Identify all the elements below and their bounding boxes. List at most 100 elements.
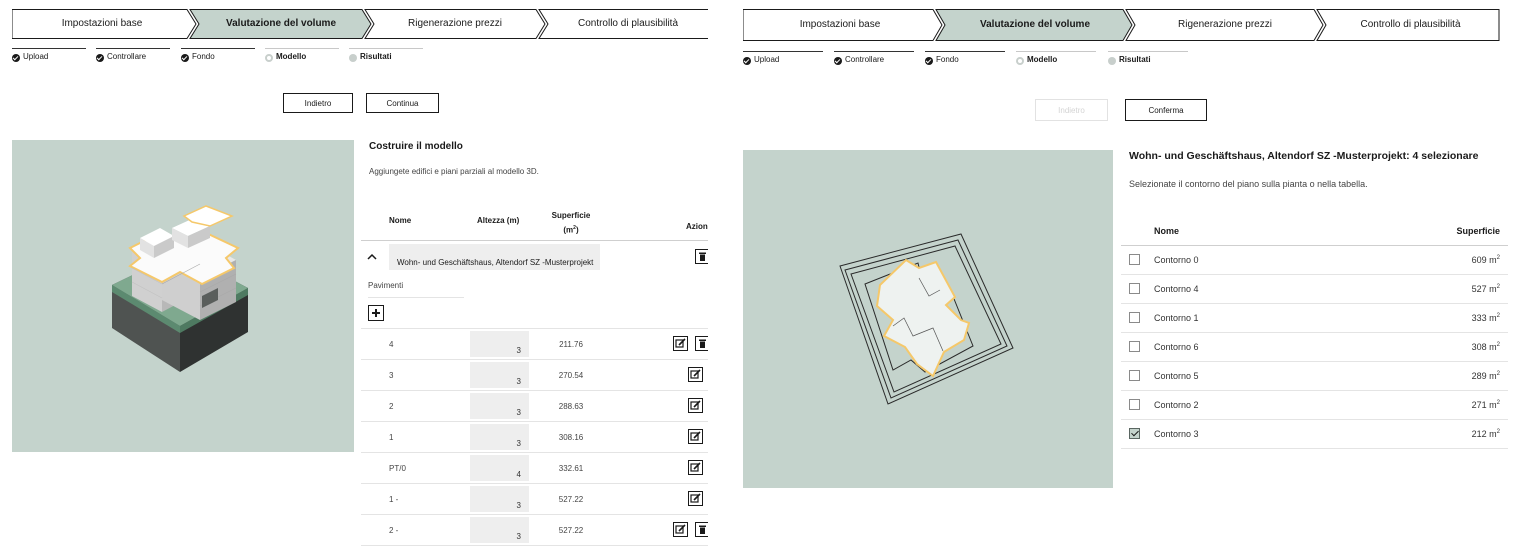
floor-height-input[interactable]: 4	[470, 455, 529, 481]
floor-name: 2 -	[389, 526, 399, 535]
confirm-button[interactable]: Conferma	[1125, 99, 1207, 121]
substep-upload[interactable]: Upload	[12, 48, 86, 68]
edit-icon	[690, 400, 701, 410]
substep-model-label: Modello	[276, 52, 307, 61]
wizard-step-volume-evaluation[interactable]: Valutazione del volume	[941, 9, 1129, 41]
wizard-step-plausibility-check[interactable]: Controllo di plausibilità	[544, 9, 708, 39]
collapse-toggle[interactable]	[366, 250, 378, 262]
contour-area: 308 m2	[1472, 342, 1500, 352]
contour-checkbox[interactable]	[1129, 370, 1140, 381]
wizard-step-price-regeneration[interactable]: Rigenerazione prezzi	[1131, 9, 1319, 41]
edit-floor-button[interactable]	[688, 491, 703, 506]
contour-checkbox[interactable]	[1129, 283, 1140, 294]
substep-model[interactable]: Modello	[1016, 51, 1096, 71]
floor-area: 332.61	[558, 464, 584, 473]
table-row[interactable]: Contorno 5 289 m2	[1121, 362, 1508, 391]
contour-area-sup: 2	[1496, 255, 1500, 261]
contour-area-unit: m	[1489, 429, 1497, 439]
substep-results-label: Risultati	[1119, 55, 1151, 64]
substep-upload[interactable]: Upload	[743, 51, 823, 71]
floor-height-input[interactable]: 3	[470, 362, 529, 388]
col-header-actions-clip: Azioni	[686, 216, 708, 234]
edit-floor-button[interactable]	[688, 398, 703, 413]
back-button[interactable]: Indietro	[1035, 99, 1108, 121]
table-row[interactable]: Contorno 6 308 m2	[1121, 333, 1508, 362]
sub-steps: Upload Controllare Fondo Modello Risulta…	[743, 51, 1193, 71]
substep-results[interactable]: Risultati	[1108, 51, 1188, 71]
trash-icon	[699, 339, 706, 348]
col-header-height[interactable]: Altezza (m)	[477, 216, 519, 225]
add-floor-button[interactable]	[368, 305, 384, 321]
current-step-icon	[265, 54, 273, 62]
substep-model-label: Modello	[1027, 55, 1058, 64]
contour-name: Contorno 5	[1154, 371, 1199, 381]
table-row[interactable]: Contorno 2 271 m2	[1121, 391, 1508, 420]
wizard-step-price-regeneration[interactable]: Rigenerazione prezzi	[370, 9, 540, 39]
table-row[interactable]: Contorno 0 609 m2	[1121, 246, 1508, 275]
substep-check-label: Controllare	[845, 55, 885, 64]
table-row[interactable]: Contorno 1 333 m2	[1121, 304, 1508, 333]
3d-building-render	[112, 205, 248, 372]
building-name-field[interactable]: Wohn- und Geschäftshaus, Altendorf SZ -M…	[389, 244, 600, 270]
delete-floor-button[interactable]	[695, 522, 708, 537]
edit-icon	[675, 338, 686, 348]
table-row[interactable]: Contorno 3 212 m2	[1121, 420, 1508, 449]
floor-height-input[interactable]: 3	[470, 517, 529, 543]
col-header-name[interactable]: Nome	[1154, 226, 1179, 236]
edit-floor-button[interactable]	[688, 429, 703, 444]
contour-area-unit: m	[1489, 371, 1497, 381]
contour-area-sup: 2	[1496, 342, 1500, 348]
col-header-name[interactable]: Nome	[389, 216, 411, 225]
contour-checkbox[interactable]	[1129, 254, 1140, 265]
floor-area: 527.22	[558, 526, 584, 535]
substep-results[interactable]: Risultati	[349, 48, 423, 68]
back-button[interactable]: Indietro	[283, 93, 353, 113]
floor-height-input[interactable]: 3	[470, 393, 529, 419]
floor-area: 308.16	[558, 433, 584, 442]
table-row: 3 3 270.54	[361, 360, 708, 391]
edit-floor-button[interactable]	[688, 460, 703, 475]
floor-name: 3	[389, 371, 394, 380]
sub-steps: Upload Controllare Fondo Modello Risulta…	[12, 48, 432, 68]
contour-checkbox[interactable]	[1129, 341, 1140, 352]
3d-model-viewer[interactable]	[12, 140, 354, 452]
table-row[interactable]: Contorno 4 527 m2	[1121, 275, 1508, 304]
delete-building-button[interactable]	[695, 249, 708, 264]
contour-area-value: 289	[1471, 371, 1487, 381]
floor-name: PT/0	[389, 464, 406, 473]
edit-floor-button[interactable]	[673, 522, 688, 537]
contour-checkbox[interactable]	[1129, 428, 1140, 439]
substep-check[interactable]: Controllare	[96, 48, 170, 68]
edit-floor-button[interactable]	[688, 367, 703, 382]
substep-model[interactable]: Modello	[265, 48, 339, 68]
chevron-up-icon	[367, 253, 377, 260]
contour-checkbox[interactable]	[1129, 312, 1140, 323]
wizard-step-basic-settings[interactable]: Impostazioni base	[743, 9, 937, 41]
wizard-step-volume-evaluation[interactable]: Valutazione del volume	[195, 9, 367, 39]
substep-background[interactable]: Fondo	[181, 48, 255, 68]
panel-title: Wohn- und Geschäftshaus, Altendorf SZ -M…	[1129, 150, 1479, 162]
table-row: 2 - 3 527.22	[361, 515, 708, 546]
floor-height-input[interactable]: 3	[470, 486, 529, 512]
edit-floor-button[interactable]	[673, 336, 688, 351]
wizard-step-plausibility-check[interactable]: Controllo di plausibilità	[1322, 9, 1499, 41]
col-header-area[interactable]: Superficie (m2)	[541, 210, 601, 237]
wizard-step-basic-settings[interactable]: Impostazioni base	[12, 9, 192, 39]
floor-height-input[interactable]: 3	[470, 331, 529, 357]
floor-height-input[interactable]: 3	[470, 424, 529, 450]
check-circle-icon	[12, 54, 20, 62]
delete-floor-button[interactable]	[695, 336, 708, 351]
table-row: PT/0 4 332.61	[361, 453, 708, 484]
contour-checkbox[interactable]	[1129, 399, 1140, 410]
substep-background[interactable]: Fondo	[925, 51, 1005, 71]
edit-icon	[690, 369, 701, 379]
floor-plan-viewer[interactable]	[743, 150, 1113, 488]
contour-area-unit: m	[1489, 313, 1497, 323]
floor-height-value: 3	[516, 346, 521, 355]
contour-area: 333 m2	[1472, 313, 1500, 323]
continue-button[interactable]: Continua	[366, 93, 439, 113]
col-header-area[interactable]: Superficie	[1456, 226, 1500, 236]
trash-icon	[699, 525, 706, 534]
substep-check[interactable]: Controllare	[834, 51, 914, 71]
floor-height-value: 4	[516, 470, 521, 479]
